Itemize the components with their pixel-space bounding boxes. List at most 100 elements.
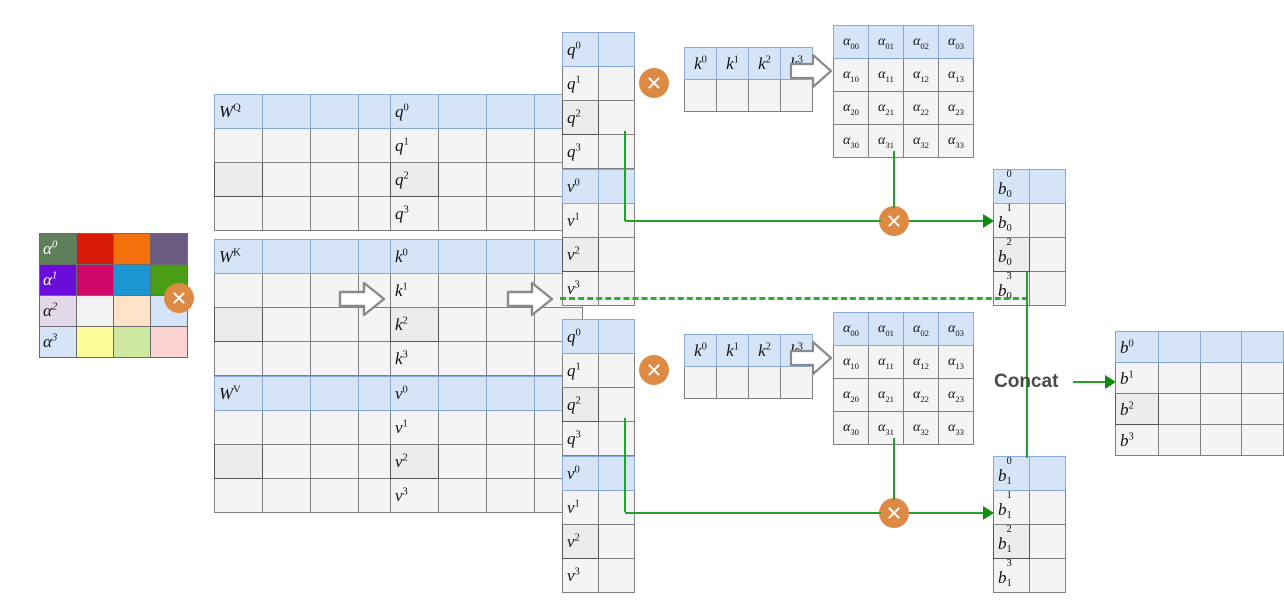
proj-cell <box>438 273 487 308</box>
vec-label-h1q-2: q2 <box>562 387 599 422</box>
alpha-color-cell <box>150 233 188 265</box>
proj-cell <box>486 410 535 445</box>
head1-multiply-qk[interactable] <box>639 355 669 385</box>
final-output-matrix-b: b0 b1 b2 b3 <box>1115 331 1284 456</box>
kvec-label-h0k-2: k2 <box>748 47 781 80</box>
weight-label-wk: WK <box>214 239 263 274</box>
proj-cell <box>438 478 487 513</box>
matrix-row: k0 <box>390 239 583 274</box>
vec-label-h1v-3: v3 <box>562 558 599 593</box>
head0-alpha-matrix: α00 α01 α02 α03 α10 α11 α12 α13 α20 α21 α22 α23 α30 α… <box>833 25 974 158</box>
weight-cell <box>310 128 359 163</box>
vec-label-h1v-2: v2 <box>562 524 599 559</box>
final-cell <box>1241 331 1284 363</box>
alpha-cell: α12 <box>903 345 939 379</box>
multiply-operator-input[interactable] <box>164 283 194 313</box>
vec-cell <box>598 169 635 204</box>
head0-q-wire <box>624 131 626 221</box>
proj-label-qmat-1: q1 <box>390 128 439 163</box>
proj-cell <box>438 239 487 274</box>
proj-label-qmat-2: q2 <box>390 162 439 197</box>
head0-alpha-wire <box>893 151 895 208</box>
matrix-row: q2 <box>562 100 635 135</box>
out-label-h1b-1: b11 <box>993 490 1030 525</box>
matrix-row <box>214 478 407 513</box>
matrix-row: WK <box>214 239 407 274</box>
alpha-cell: α31 <box>868 124 904 158</box>
alpha-cell: α20 <box>833 378 869 412</box>
matrix-row: b00 <box>993 169 1066 204</box>
proj-label-kmat-0: k0 <box>390 239 439 274</box>
matrix-row <box>214 162 407 197</box>
vec-label-h1v-0: v0 <box>562 456 599 491</box>
head0-multiply-qk[interactable] <box>639 68 669 98</box>
alpha-cell: α03 <box>938 312 974 346</box>
vec-cell <box>598 32 635 67</box>
head1-alpha-matrix: α00 α01 α02 α03 α10 α11 α12 α13 α20 α21 α22 α23 α30 α… <box>833 312 974 445</box>
matrix-row: α00 α01 α02 α03 <box>833 312 974 346</box>
weight-cell <box>214 341 263 376</box>
projection-matrix-q: q0 q1 q2 q3 <box>390 94 583 231</box>
matrix-row <box>214 444 407 479</box>
proj-cell <box>438 341 487 376</box>
weight-cell <box>262 94 311 129</box>
alpha-color-cell <box>150 326 188 358</box>
kvec-label-h1k-0: k0 <box>684 334 717 367</box>
matrix-row: v2 <box>562 237 635 272</box>
vec-label-h0v-3: v3 <box>562 271 599 306</box>
final-cell <box>1199 393 1243 425</box>
weight-cell <box>214 307 263 342</box>
alpha-cell: α13 <box>938 345 974 379</box>
final-cell <box>1199 424 1243 456</box>
head-separator <box>560 297 1028 300</box>
vec-cell <box>598 524 635 559</box>
proj-label-kmat-3: k3 <box>390 341 439 376</box>
alpha-cell: α21 <box>868 91 904 125</box>
alpha-cell: α11 <box>868 345 904 379</box>
matrix-row: α20 α21 α22 α23 <box>833 378 974 412</box>
alpha-color-cell <box>76 295 114 327</box>
weight-cell <box>310 341 359 376</box>
projection-matrix-k: k0 k1 k2 k3 <box>390 239 583 376</box>
kvec-cell <box>748 79 781 112</box>
vec-cell <box>598 319 635 354</box>
vec-label-h1q-0: q0 <box>562 319 599 354</box>
proj-label-vmat-3: v3 <box>390 478 439 513</box>
head0-out-arrowhead <box>983 214 994 228</box>
head1-multiply-av[interactable] <box>879 498 909 528</box>
weight-cell <box>310 376 359 411</box>
matrix-row: b11 <box>993 490 1066 525</box>
kvec-label-h0k-1: k1 <box>716 47 749 80</box>
weight-cell <box>310 410 359 445</box>
alpha-cell: α10 <box>833 345 869 379</box>
head1-out-arrowhead <box>983 506 994 520</box>
alpha-cell: α33 <box>938 124 974 158</box>
final-cell <box>1199 362 1243 394</box>
proj-cell <box>438 128 487 163</box>
matrix-row <box>214 341 407 376</box>
vec-cell <box>598 66 635 101</box>
alpha-row-label-3: α3 <box>39 326 77 358</box>
vec-label-h1q-3: q3 <box>562 421 599 456</box>
weight-cell <box>262 307 311 342</box>
head1-softmax-arrow <box>789 340 833 376</box>
head1-out-wire <box>909 512 986 514</box>
final-cell <box>1157 331 1201 363</box>
vec-label-h0q-1: q1 <box>562 66 599 101</box>
out-label-h1b-0: b01 <box>993 456 1030 491</box>
alpha-cell: α23 <box>938 378 974 412</box>
head0-multiply-av[interactable] <box>879 206 909 236</box>
final-label-0: b0 <box>1115 331 1159 363</box>
alpha-row-label-0: α0 <box>39 233 77 265</box>
vec-label-h0q-0: q0 <box>562 32 599 67</box>
out-cell <box>1029 203 1066 238</box>
alpha-color-cell <box>113 233 151 265</box>
matrix-row: b0 <box>1115 331 1284 363</box>
weight-cell <box>262 410 311 445</box>
out-cell <box>1029 490 1066 525</box>
final-cell <box>1241 393 1284 425</box>
proj-cell <box>438 307 487 342</box>
proj-label-vmat-1: v1 <box>390 410 439 445</box>
out-label-h1b-2: b21 <box>993 524 1030 559</box>
weight-cell <box>262 128 311 163</box>
